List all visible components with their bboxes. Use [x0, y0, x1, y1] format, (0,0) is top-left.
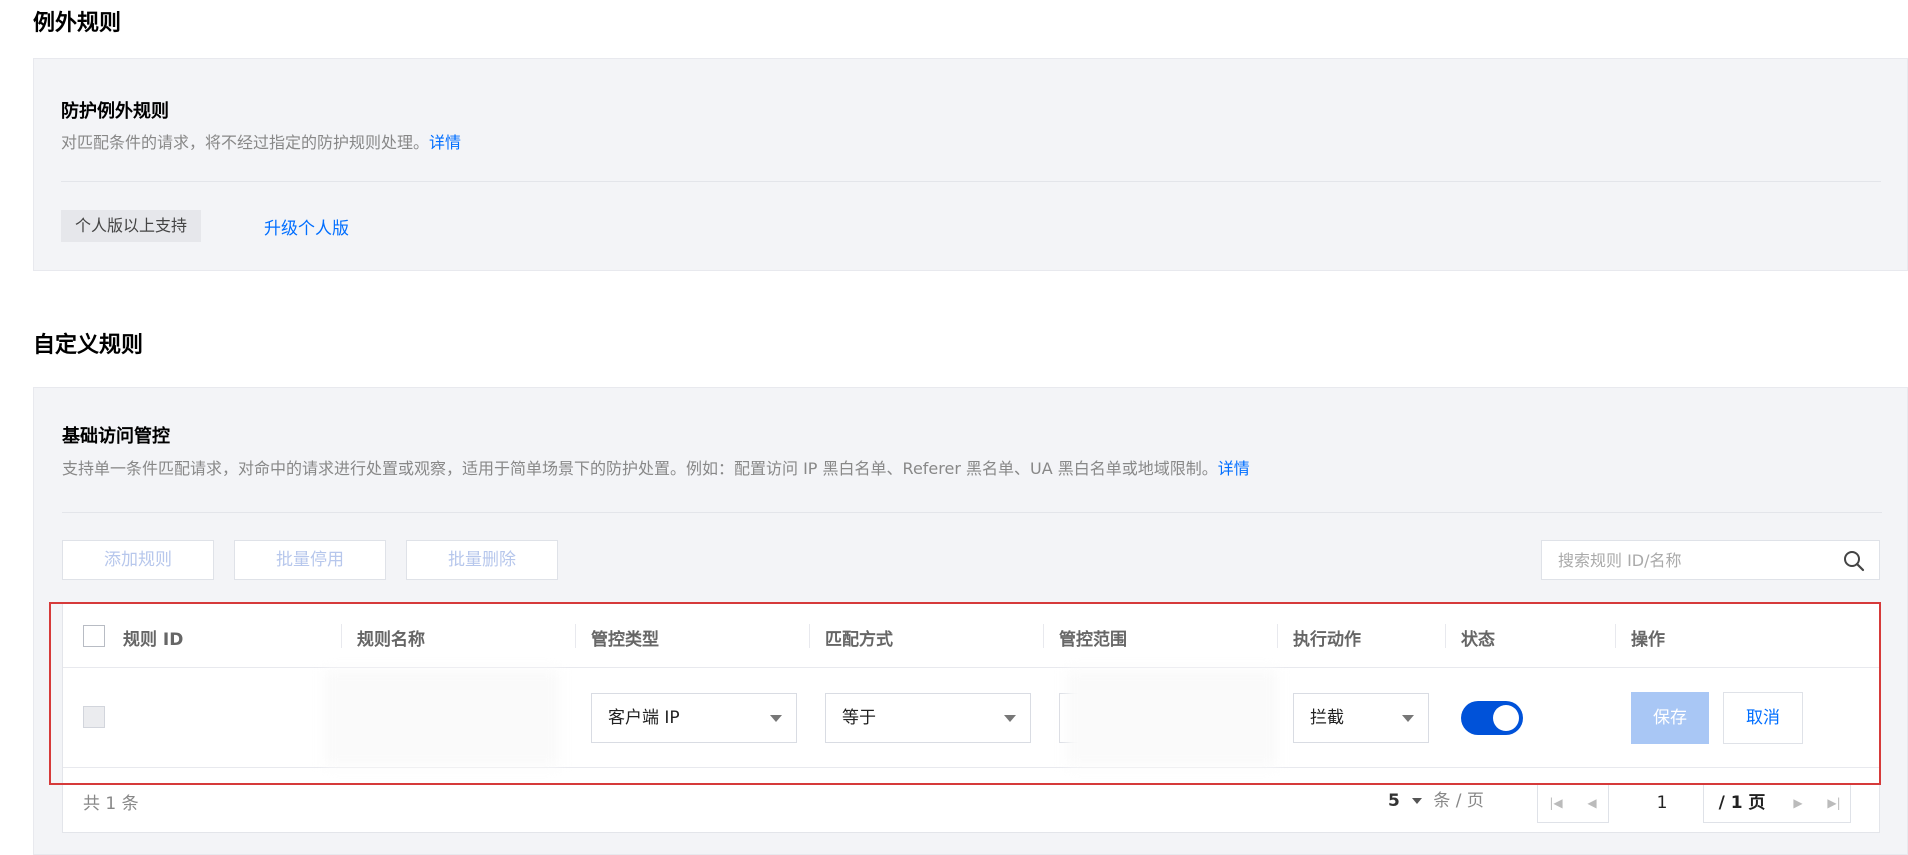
- col-separator: [1615, 624, 1616, 648]
- batch-delete-button[interactable]: 批量删除: [406, 540, 558, 580]
- basic-detail-link[interactable]: 详情: [1218, 459, 1250, 478]
- chevron-down-icon: [770, 715, 782, 722]
- rule-name-redacted: [325, 670, 559, 766]
- plan-requirement-badge: 个人版以上支持: [61, 210, 202, 242]
- batch-disable-button[interactable]: 批量停用: [234, 540, 386, 580]
- page-size-value: 5: [1388, 791, 1400, 811]
- basic-card-title: 基础访问管控: [62, 426, 170, 447]
- chevron-down-icon: [1402, 715, 1414, 722]
- col-control-type[interactable]: 管控类型: [591, 625, 659, 650]
- control-scope-redacted: [1067, 670, 1277, 766]
- control-type-value: 客户端 IP: [608, 708, 680, 728]
- basic-access-card: 基础访问管控 支持单一条件匹配请求，对命中的请求进行处置或观察，适用于简单场景下…: [33, 387, 1908, 855]
- prev-page-icon[interactable]: ◀: [1574, 784, 1610, 822]
- search-input[interactable]: [1558, 541, 1828, 579]
- upgrade-personal-link[interactable]: 升级个人版: [264, 214, 349, 239]
- col-separator: [1445, 624, 1446, 648]
- col-operation: 操作: [1631, 630, 1665, 650]
- basic-divider: [62, 512, 1882, 513]
- rule-search-box: [1541, 540, 1880, 580]
- rules-table: 规则 ID 规则名称 管控类型 匹配方式 管控范围 执行动作 状态 操作 客户端…: [62, 603, 1880, 833]
- total-pages: / 1 页: [1718, 793, 1766, 813]
- match-mode-select[interactable]: 等于: [825, 693, 1031, 743]
- basic-desc-text: 支持单一条件匹配请求，对命中的请求进行处置或观察，适用于简单场景下的防护处置。例…: [62, 459, 1218, 478]
- col-action[interactable]: 执行动作: [1293, 625, 1361, 650]
- status-toggle[interactable]: [1461, 701, 1523, 735]
- action-select[interactable]: 拦截: [1293, 693, 1429, 743]
- first-page-icon[interactable]: |◀: [1538, 784, 1574, 822]
- col-control-scope[interactable]: 管控范围: [1059, 625, 1127, 650]
- search-icon[interactable]: [1843, 550, 1865, 572]
- exception-rule-card: 防护例外规则 对匹配条件的请求，将不经过指定的防护规则处理。详情 个人版以上支持…: [33, 58, 1908, 271]
- exception-desc-text: 对匹配条件的请求，将不经过指定的防护规则处理。: [61, 133, 430, 152]
- exception-section-title: 例外规则: [33, 11, 122, 36]
- exception-detail-link[interactable]: 详情: [429, 133, 461, 152]
- table-header: 规则 ID 规则名称 管控类型 匹配方式 管控范围 执行动作 状态 操作: [63, 604, 1879, 668]
- current-page-input[interactable]: 1: [1621, 783, 1703, 823]
- col-separator: [341, 624, 342, 648]
- cancel-button[interactable]: 取消: [1723, 692, 1803, 744]
- col-match-mode[interactable]: 匹配方式: [825, 625, 893, 650]
- page-size-select[interactable]: 5 条 / 页: [1388, 786, 1484, 816]
- basic-card-desc: 支持单一条件匹配请求，对命中的请求进行处置或观察，适用于简单场景下的防护处置。例…: [62, 455, 1250, 479]
- last-page-icon[interactable]: ▶|: [1816, 784, 1852, 822]
- total-count: 共 1 条: [83, 794, 139, 814]
- col-rule-name[interactable]: 规则名称: [357, 625, 425, 650]
- add-rule-button[interactable]: 添加规则: [62, 540, 214, 580]
- col-separator: [809, 624, 810, 648]
- toggle-knob: [1493, 705, 1519, 731]
- pager-next-group: / 1 页 ▶ ▶|: [1703, 783, 1851, 823]
- page-size-unit: 条 / 页: [1433, 791, 1484, 811]
- row-checkbox[interactable]: [83, 706, 105, 728]
- col-separator: [575, 624, 576, 648]
- chevron-down-icon: [1411, 798, 1422, 804]
- exception-card-desc: 对匹配条件的请求，将不经过指定的防护规则处理。详情: [61, 129, 461, 153]
- exception-divider: [61, 181, 1881, 182]
- save-button[interactable]: 保存: [1631, 692, 1709, 744]
- pager-prev-group: |◀ ◀: [1537, 783, 1609, 823]
- match-mode-value: 等于: [842, 708, 876, 728]
- col-separator: [1277, 624, 1278, 648]
- control-type-select[interactable]: 客户端 IP: [591, 693, 797, 743]
- custom-section-title: 自定义规则: [33, 333, 144, 358]
- select-all-checkbox[interactable]: [83, 625, 105, 647]
- col-status[interactable]: 状态: [1461, 625, 1495, 650]
- action-value: 拦截: [1310, 708, 1344, 728]
- exception-card-title: 防护例外规则: [61, 101, 169, 122]
- col-separator: [1043, 624, 1044, 648]
- next-page-icon[interactable]: ▶: [1780, 784, 1816, 822]
- chevron-down-icon: [1004, 715, 1016, 722]
- col-rule-id[interactable]: 规则 ID: [123, 625, 183, 650]
- table-row: 客户端 IP 等于 拦截 保存 取消: [63, 668, 1879, 768]
